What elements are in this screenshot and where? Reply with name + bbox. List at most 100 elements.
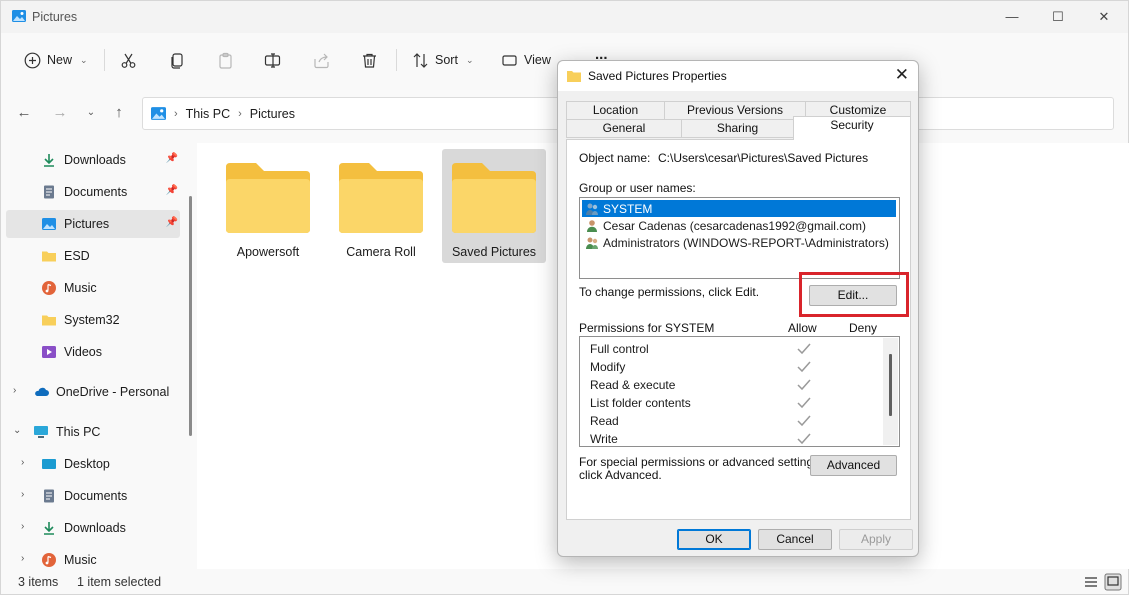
tab-location[interactable]: Location <box>566 101 665 120</box>
sidebar-scrollbar[interactable] <box>189 196 192 436</box>
sidebar-item-pictures[interactable]: Pictures 📌 <box>6 210 180 238</box>
view-label: View <box>524 53 551 67</box>
chevron-down-icon[interactable]: ⌄ <box>13 425 21 436</box>
folder-icon <box>452 163 536 233</box>
permissions-scrollbar[interactable] <box>883 338 898 445</box>
folder-icon <box>42 251 56 262</box>
music-icon <box>42 553 56 567</box>
back-arrow-icon[interactable]: ← <box>15 104 33 122</box>
folder-tile-camera-roll[interactable]: Camera Roll <box>329 149 433 263</box>
permission-name: List folder contents <box>590 396 691 410</box>
copy-button[interactable] <box>169 49 186 71</box>
user-name: Administrators (WINDOWS-REPORT-\Administ… <box>603 235 889 250</box>
sidebar-item-videos[interactable]: Videos <box>6 338 180 366</box>
breadcrumb-chevron-icon: › <box>174 107 178 120</box>
pictures-icon <box>42 218 56 230</box>
plus-circle-icon <box>24 52 41 68</box>
copy-icon <box>171 52 183 69</box>
new-button[interactable]: New ⌄ <box>24 49 88 71</box>
scrollbar-thumb[interactable] <box>889 354 892 416</box>
folder-tile-apowersoft[interactable]: Apowersoft <box>216 149 320 263</box>
sidebar-item-music[interactable]: Music <box>6 274 180 302</box>
folder-tile-saved-pictures[interactable]: Saved Pictures <box>442 149 546 263</box>
share-icon <box>314 53 329 68</box>
title-bar: Pictures — ☐ ✕ <box>1 1 1128 33</box>
advanced-hint-line1: For special permissions or advanced sett… <box>579 455 823 469</box>
forward-arrow-icon[interactable]: → <box>51 104 69 122</box>
permission-name: Modify <box>590 360 626 374</box>
maximize-button[interactable]: ☐ <box>1047 7 1069 27</box>
tab-previous-versions[interactable]: Previous Versions <box>664 101 806 120</box>
apply-button[interactable]: Apply <box>839 529 913 550</box>
sort-button[interactable]: Sort ⌄ <box>412 49 473 71</box>
sidebar-item-label: Music <box>64 553 97 567</box>
user-list[interactable]: SYSTEM Cesar Cadenas (cesarcadenas1992@g… <box>579 197 900 279</box>
sidebar-item-this-pc[interactable]: ⌄ This PC <box>6 418 180 446</box>
chevron-right-icon[interactable]: › <box>21 553 24 564</box>
check-icon <box>797 397 811 409</box>
sidebar-item-system32[interactable]: System32 <box>6 306 180 334</box>
sidebar-item-downloads[interactable]: Downloads 📌 <box>6 146 180 174</box>
sidebar-item-label: Pictures <box>64 217 110 231</box>
folder-name: Camera Roll <box>346 245 416 259</box>
sidebar-item-documents[interactable]: Documents 📌 <box>6 178 180 206</box>
folder-name: Apowersoft <box>236 245 300 259</box>
user-row-system[interactable]: SYSTEM <box>582 200 896 217</box>
sidebar-item-esd[interactable]: ESD <box>6 242 180 270</box>
large-icons-view-icon[interactable] <box>1104 573 1122 591</box>
cut-button[interactable] <box>120 49 137 71</box>
pin-icon[interactable]: 📌 <box>166 185 178 196</box>
pin-icon[interactable]: 📌 <box>166 153 178 164</box>
rename-button[interactable] <box>264 49 281 71</box>
breadcrumb-this-pc[interactable]: This PC <box>186 107 230 121</box>
close-button[interactable]: ✕ <box>1093 7 1115 27</box>
user-row-cesar[interactable]: Cesar Cadenas (cesarcadenas1992@gmail.co… <box>582 217 896 234</box>
chevron-right-icon[interactable]: › <box>21 457 24 468</box>
object-name-value: C:\Users\cesar\Pictures\Saved Pictures <box>658 151 869 165</box>
sidebar-item-documents-pc[interactable]: › Documents <box>6 482 180 510</box>
recent-chevron-icon[interactable]: ⌄ <box>82 104 100 122</box>
tab-general[interactable]: General <box>566 119 682 138</box>
chevron-right-icon[interactable]: › <box>21 521 24 532</box>
breadcrumb-pictures[interactable]: Pictures <box>250 107 295 121</box>
permission-name: Write <box>590 432 618 446</box>
paste-icon <box>219 52 232 69</box>
up-arrow-icon[interactable]: ↑ <box>110 104 128 122</box>
divider <box>104 49 105 71</box>
sidebar-item-label: Downloads <box>64 521 126 535</box>
permission-row: Full control <box>590 342 880 360</box>
ok-button[interactable]: OK <box>677 529 751 550</box>
sidebar-item-label: ESD <box>64 249 90 263</box>
minimize-button[interactable]: — <box>1001 7 1023 27</box>
music-icon <box>42 281 56 295</box>
advanced-button[interactable]: Advanced <box>810 455 897 476</box>
change-permissions-hint: To change permissions, click Edit. <box>579 285 760 299</box>
sidebar-item-desktop[interactable]: › Desktop <box>6 450 180 478</box>
sidebar-item-onedrive[interactable]: › OneDrive - Personal <box>6 378 180 406</box>
user-row-administrators[interactable]: Administrators (WINDOWS-REPORT-\Administ… <box>582 234 896 251</box>
videos-icon <box>42 346 56 358</box>
sort-label: Sort <box>435 53 458 67</box>
pin-icon[interactable]: 📌 <box>166 217 178 228</box>
details-view-icon[interactable] <box>1082 573 1100 591</box>
pictures-location-icon <box>151 107 166 120</box>
tab-sharing[interactable]: Sharing <box>681 119 794 138</box>
delete-button[interactable] <box>361 49 378 71</box>
trash-icon <box>363 53 376 68</box>
user-icon <box>587 219 597 232</box>
selection-count: 1 item selected <box>77 575 162 589</box>
sidebar-item-downloads-pc[interactable]: › Downloads <box>6 514 180 542</box>
cancel-button[interactable]: Cancel <box>758 529 832 550</box>
share-button[interactable] <box>313 49 330 71</box>
permissions-list[interactable]: Full control Modify Read & execute List … <box>579 336 900 447</box>
paste-button[interactable] <box>217 49 234 71</box>
sidebar-item-label: System32 <box>64 313 120 327</box>
chevron-right-icon[interactable]: › <box>13 385 16 396</box>
permission-row: Read & execute <box>590 378 880 396</box>
user-group-icon <box>586 237 598 249</box>
dialog-close-icon[interactable]: ✕ <box>895 65 909 85</box>
tab-security[interactable]: Security <box>793 116 911 140</box>
cloud-icon <box>35 387 49 396</box>
documents-icon <box>44 489 54 503</box>
chevron-right-icon[interactable]: › <box>21 489 24 500</box>
